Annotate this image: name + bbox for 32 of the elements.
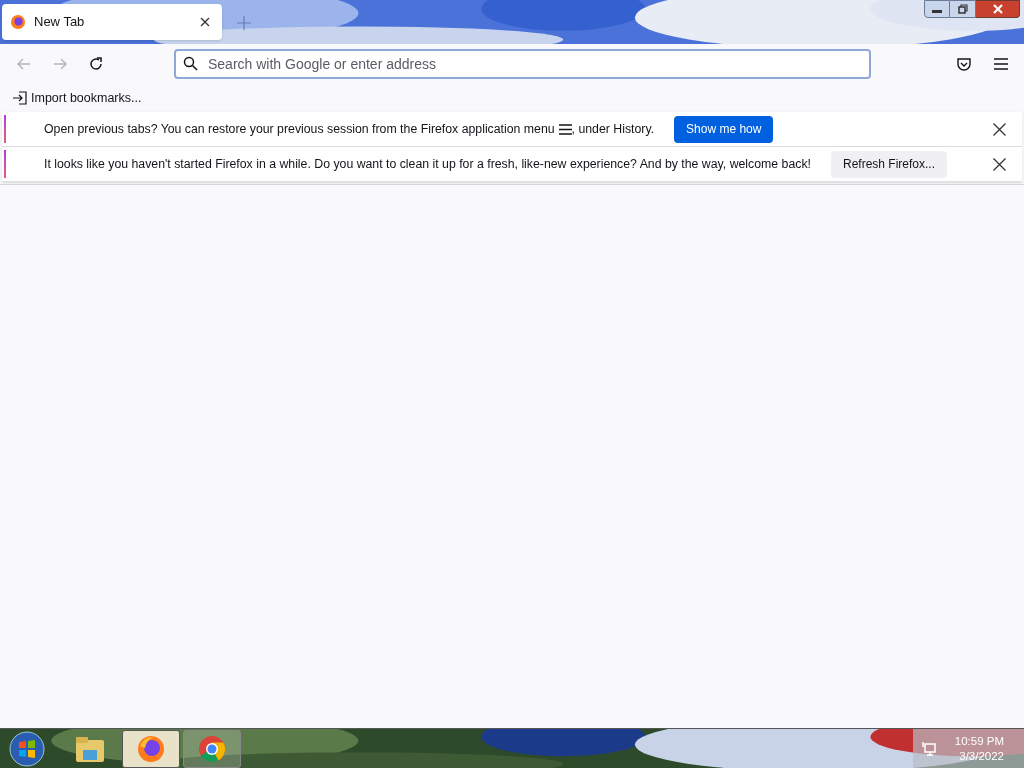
close-icon[interactable] [993, 122, 1006, 136]
taskbar-button[interactable] [183, 729, 241, 768]
network-icon [920, 740, 937, 757]
menu-icon[interactable] [994, 58, 1008, 70]
search-icon [183, 56, 198, 71]
close-window-button[interactable] [976, 0, 1020, 18]
close-icon[interactable] [993, 157, 1006, 171]
reload-icon[interactable] [88, 56, 104, 72]
close-icon [991, 4, 1004, 14]
refresh-button[interactable]: Refresh Firefox... [830, 150, 947, 178]
import-icon [12, 91, 27, 105]
tab-title: New Tab [34, 13, 86, 32]
chrome-icon [197, 733, 227, 764]
fox-globe-icon [136, 733, 166, 764]
clock-time: 10:59 PM [954, 733, 1004, 749]
import-bookmarks-link[interactable]: Import bookmarks... [31, 88, 142, 108]
restore-button[interactable] [950, 0, 976, 18]
notification-message: Open previous tabs? You can restore your previous session from the Firefox application menu [44, 120, 555, 138]
close-icon[interactable] [200, 17, 210, 27]
address-field[interactable]: Search with Google or enter address [174, 49, 871, 79]
show-me-how-button[interactable]: Show me how [674, 115, 774, 143]
notification-message: It looks like you haven't started Firefox in a while. Do you want to clean it up for a fresh, like-new experience? And by the way, welcome back! [44, 155, 811, 173]
restore-icon [957, 4, 968, 14]
browser-tab[interactable]: New Tab [2, 4, 222, 40]
pocket-icon[interactable] [956, 56, 972, 72]
taskbar-button[interactable] [122, 729, 180, 768]
start-orb-icon[interactable] [9, 730, 45, 767]
minimize-button[interactable] [924, 0, 950, 18]
menu-icon [558, 123, 572, 135]
clock-date: 3/3/2022 [959, 748, 1004, 764]
fox-globe-icon [10, 14, 26, 30]
notification-message: , under History. [571, 120, 655, 138]
